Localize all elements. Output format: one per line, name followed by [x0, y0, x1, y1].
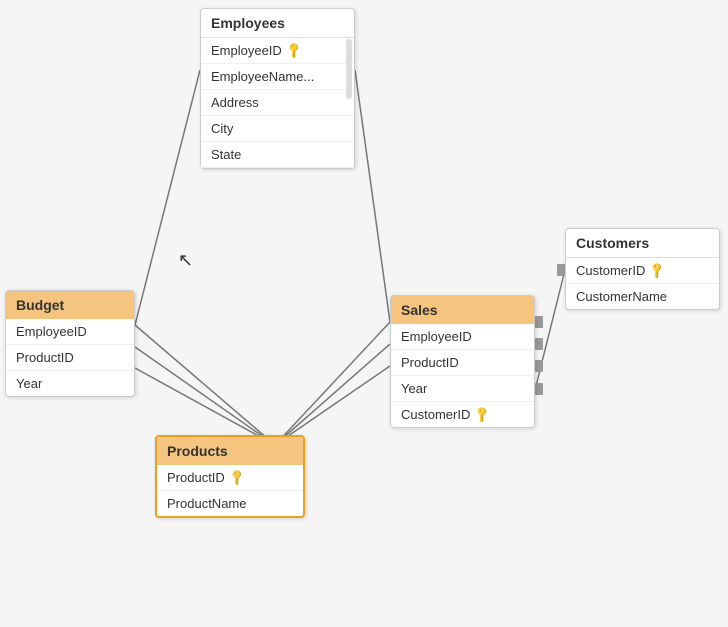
sales-table[interactable]: Sales EmployeeID ProductID Year Customer… — [390, 295, 535, 428]
employees-field-address: Address — [201, 90, 354, 116]
employees-table-header: Employees — [201, 9, 354, 38]
customers-table-header: Customers — [566, 229, 719, 258]
sales-table-header: Sales — [391, 296, 534, 324]
employees-field-employeeid: EmployeeID 🔑 — [201, 38, 354, 64]
employees-field-state: State — [201, 142, 354, 168]
sales-field-year: Year — [391, 376, 534, 402]
key-icon: 🔑 — [648, 261, 667, 280]
key-icon: 🔑 — [227, 468, 246, 487]
budget-table-header: Budget — [6, 291, 134, 319]
diagram-canvas: Employees EmployeeID 🔑 EmployeeName... A… — [0, 0, 728, 627]
key-icon: 🔑 — [473, 405, 492, 424]
products-table[interactable]: Products ProductID 🔑 ProductName — [155, 435, 305, 518]
customers-field-customername: CustomerName — [566, 284, 719, 309]
budget-field-productid: ProductID — [6, 345, 134, 371]
mouse-cursor: ↖ — [178, 250, 193, 271]
sales-field-customerid: CustomerID 🔑 — [391, 402, 534, 427]
products-field-productid: ProductID 🔑 — [157, 465, 303, 491]
budget-table[interactable]: Budget EmployeeID ProductID Year — [5, 290, 135, 397]
budget-field-employeeid: EmployeeID — [6, 319, 134, 345]
key-icon: 🔑 — [284, 41, 303, 60]
employees-table[interactable]: Employees EmployeeID 🔑 EmployeeName... A… — [200, 8, 355, 169]
sales-field-productid: ProductID — [391, 350, 534, 376]
scrollbar[interactable] — [346, 39, 352, 99]
products-table-header: Products — [157, 437, 303, 465]
employees-field-employeename: EmployeeName... — [201, 64, 354, 90]
employees-field-city: City — [201, 116, 354, 142]
products-field-productname: ProductName — [157, 491, 303, 516]
budget-field-year: Year — [6, 371, 134, 396]
sales-field-employeeid: EmployeeID — [391, 324, 534, 350]
customers-field-customerid: CustomerID 🔑 — [566, 258, 719, 284]
customers-table[interactable]: Customers CustomerID 🔑 CustomerName — [565, 228, 720, 310]
